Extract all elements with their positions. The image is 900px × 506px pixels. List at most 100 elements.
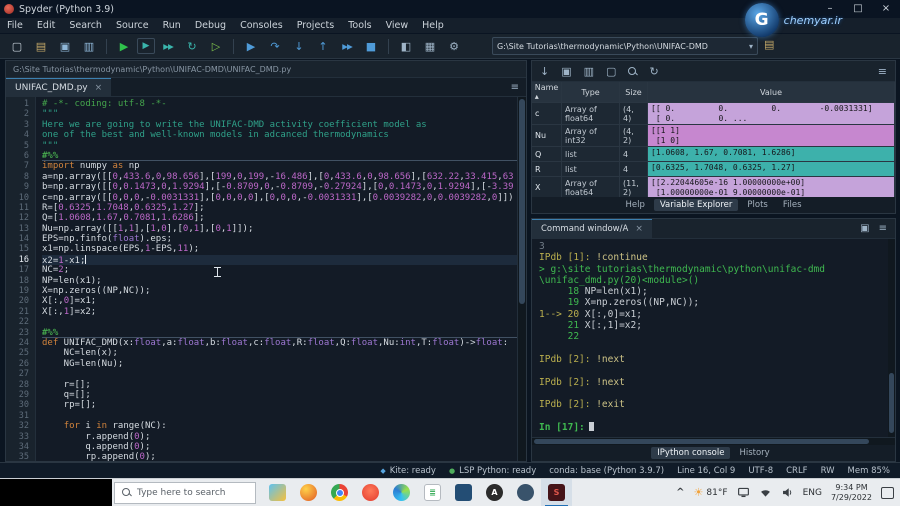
working-directory-combo[interactable]: G:\Site Tutorias\thermodynamic\Python\UN…: [492, 37, 758, 55]
save-data-icon[interactable]: ▣: [561, 65, 571, 78]
variable-value[interactable]: [[ 0. 0. 0. -0.0031331] [ 0. 0. ...: [648, 103, 895, 124]
inspect-icon[interactable]: ▣: [860, 223, 869, 234]
panel-tab-ipython-console[interactable]: IPython console: [651, 447, 731, 459]
editor-tab[interactable]: UNIFAC_DMD.py ×: [6, 77, 112, 97]
variable-row-Q[interactable]: Qlist 4 [1.0608, 1.67, 0.7081, 1.6286]: [532, 147, 895, 162]
variable-row-Nu[interactable]: Nu Array of int32 (4, 2) [[1 1] [1 0]: [532, 125, 895, 147]
weather-widget[interactable]: ☀ 81°F: [694, 486, 728, 499]
editor-scrollbar-thumb[interactable]: [519, 99, 525, 304]
menu-file[interactable]: File: [0, 18, 30, 34]
open-file-button[interactable]: ▤: [30, 36, 52, 56]
variable-value[interactable]: [0.6325, 1.7048, 0.6325, 1.27]: [648, 162, 895, 176]
console-vscrollbar-thumb[interactable]: [889, 373, 894, 433]
column-header-name[interactable]: Name ▴: [532, 82, 562, 102]
close-tab-icon[interactable]: ×: [635, 224, 643, 234]
menu-run[interactable]: Run: [156, 18, 188, 34]
new-file-button[interactable]: ▢: [6, 36, 28, 56]
taskbar-dark-app[interactable]: [510, 479, 541, 506]
menu-search[interactable]: Search: [62, 18, 109, 34]
menu-debug[interactable]: Debug: [188, 18, 233, 34]
refresh-icon[interactable]: ↻: [649, 65, 658, 78]
menu-projects[interactable]: Projects: [290, 18, 341, 34]
taskbar-opera[interactable]: [355, 479, 386, 506]
rerun-cell-button[interactable]: ↻: [181, 36, 203, 56]
language-indicator[interactable]: ENG: [803, 488, 822, 498]
console-tab[interactable]: Command window/A ×: [532, 218, 652, 239]
panel-tab-history[interactable]: History: [733, 447, 775, 459]
close-tab-icon[interactable]: ×: [95, 83, 103, 93]
preferences-button[interactable]: ⚙: [443, 36, 465, 56]
stop-debug-button[interactable]: ■: [360, 36, 382, 56]
save-all-button[interactable]: ▥: [78, 36, 100, 56]
menu-tools[interactable]: Tools: [341, 18, 378, 34]
panel-tab-variable-explorer[interactable]: Variable Explorer: [653, 199, 739, 211]
notification-icon[interactable]: [881, 486, 894, 499]
wifi-icon[interactable]: [759, 486, 772, 499]
monitor-icon[interactable]: [737, 486, 750, 499]
menu-source[interactable]: Source: [109, 18, 156, 34]
menu-view[interactable]: View: [379, 18, 416, 34]
variable-value[interactable]: [[2.22044605e-16 1.00000000e+00] [1.0000…: [648, 177, 895, 197]
remove-variable-icon[interactable]: ▢: [606, 65, 616, 78]
variable-explorer-options-icon[interactable]: ≡: [878, 65, 887, 78]
taskbar-firefox[interactable]: [293, 479, 324, 506]
code-area[interactable]: # -*- coding: utf-8 -*- """ Here we are go…: [36, 97, 526, 461]
taskbar-blue-app[interactable]: [448, 479, 479, 506]
editor-options-icon[interactable]: ≡: [511, 82, 526, 93]
maximize-button[interactable]: □: [844, 0, 872, 18]
clock[interactable]: 9:34 PM 7/29/2022: [831, 483, 872, 503]
taskbar-search[interactable]: Type here to search: [114, 481, 256, 504]
column-header-type[interactable]: Type: [562, 82, 620, 102]
column-header-size[interactable]: Size: [620, 82, 648, 102]
save-data-as-icon[interactable]: ▥: [584, 65, 594, 78]
code-line-5: """: [42, 140, 59, 151]
console-options-icon[interactable]: ≡: [879, 223, 887, 234]
run-file-button[interactable]: ▶: [113, 36, 135, 56]
debug-file-button[interactable]: ▶: [240, 36, 262, 56]
console-vscrollbar[interactable]: [888, 239, 895, 437]
variable-row-R[interactable]: Rlist 4 [0.6325, 1.7048, 0.6325, 1.27]: [532, 162, 895, 177]
hidden-icons-chevron[interactable]: ^: [676, 487, 684, 498]
variable-row-X[interactable]: X Array of float64 (11, 2) [[2.22044605e-16…: [532, 177, 895, 197]
editor-scrollbar[interactable]: [517, 97, 526, 461]
taskbar-weather-app[interactable]: [262, 479, 293, 506]
menu-help[interactable]: Help: [415, 18, 451, 34]
variable-value[interactable]: [[1 1] [1 0]: [648, 125, 895, 146]
console-hscrollbar[interactable]: [532, 437, 895, 445]
console-hscrollbar-thumb[interactable]: [534, 439, 869, 444]
taskbar-anydesk[interactable]: A: [479, 479, 510, 506]
layout-button[interactable]: ▦: [419, 36, 441, 56]
run-cell-button[interactable]: ▶: [137, 38, 155, 54]
chevron-down-icon[interactable]: ▾: [749, 42, 753, 51]
taskbar-spyder[interactable]: S: [541, 478, 572, 506]
speaker-icon[interactable]: [781, 486, 794, 499]
continue-button[interactable]: ▶▶: [336, 36, 358, 56]
console-output[interactable]: 3 IPdb [1]: !continue > g:\site tutorias\t…: [532, 239, 895, 437]
menu-consoles[interactable]: Consoles: [233, 18, 290, 34]
variable-value[interactable]: [1.0608, 1.67, 0.7081, 1.6286]: [648, 147, 895, 161]
step-into-button[interactable]: ↓: [288, 36, 310, 56]
panel-tab-help[interactable]: Help: [619, 199, 650, 211]
search-icon[interactable]: [628, 66, 637, 76]
right-column: ↓ ▣ ▥ ▢ ↻ ≡ Name ▴ Type Size Value c Array of floa…: [531, 60, 896, 462]
column-header-value[interactable]: Value: [648, 82, 895, 102]
browse-directory-button[interactable]: ▤: [764, 38, 774, 51]
taskbar-chrome[interactable]: [324, 479, 355, 506]
code-line-25: NC=len(x);: [42, 348, 118, 359]
panel-tab-files[interactable]: Files: [777, 199, 808, 211]
step-out-button[interactable]: ↑: [312, 36, 334, 56]
code-editor[interactable]: 1 2 3 4 5 6 7 8 9 10 11 12 13 14 15 16 17 18 19 20 21 22 23 24 2…: [6, 97, 526, 461]
window-title: Spyder (Python 3.9): [19, 3, 114, 15]
save-button[interactable]: ▣: [54, 36, 76, 56]
close-button[interactable]: ×: [872, 0, 900, 18]
variable-row-c[interactable]: c Array of float64 (4, 4)[[ 0. 0. 0. -0.00…: [532, 103, 895, 125]
run-cell-advance-button[interactable]: ▶▶: [157, 36, 179, 56]
panel-tab-plots[interactable]: Plots: [741, 199, 773, 211]
run-selection-button[interactable]: ▷: [205, 36, 227, 56]
menu-edit[interactable]: Edit: [30, 18, 62, 34]
taskbar-edge[interactable]: [386, 479, 417, 506]
import-data-icon[interactable]: ↓: [540, 65, 549, 78]
step-button[interactable]: ↷: [264, 36, 286, 56]
taskbar-pdf-tool[interactable]: ≣: [417, 479, 448, 506]
maximize-pane-button[interactable]: ◧: [395, 36, 417, 56]
